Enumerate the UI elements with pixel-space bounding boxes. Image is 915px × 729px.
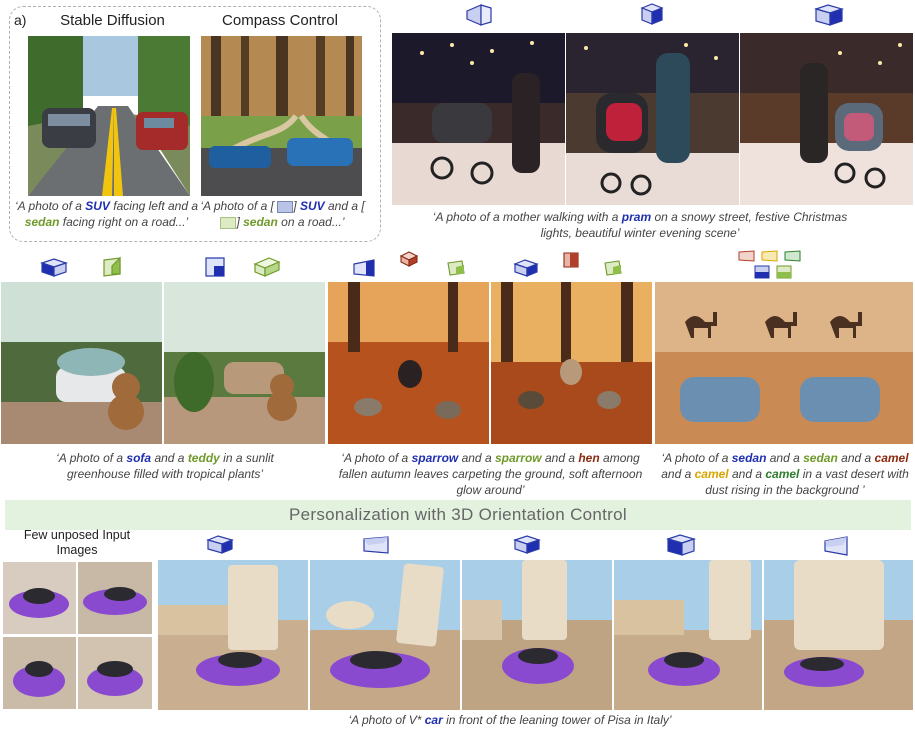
birds-image-2 bbox=[491, 282, 652, 444]
caption-text: facing left and a bbox=[109, 199, 199, 213]
keyword-suv: SUV bbox=[85, 199, 110, 213]
caption-text: and a bbox=[661, 467, 695, 481]
caption-sofa: ‘A photo of a sofa and a teddy in a sunl… bbox=[40, 450, 290, 482]
keyword-suv: SUV bbox=[299, 199, 325, 213]
caption-text: and a bbox=[837, 451, 875, 465]
sofa-image-1 bbox=[1, 282, 162, 444]
keyword-camel: camel bbox=[874, 451, 909, 465]
orientation-cube-icon bbox=[513, 259, 539, 277]
orientation-cube-icon bbox=[814, 4, 844, 26]
orientation-cube-icon bbox=[253, 257, 281, 277]
caption-birds: ‘A photo of a sparrow and a sparrow and … bbox=[338, 450, 643, 498]
caption-text: and a bbox=[541, 451, 579, 465]
caption-text: ‘A photo of a mother walking with a bbox=[432, 210, 622, 224]
orientation-cube-icon bbox=[640, 3, 664, 25]
orientation-cube-icon bbox=[399, 251, 419, 267]
keyword-camel: camel bbox=[765, 467, 800, 481]
orientation-cube-icon bbox=[40, 258, 68, 277]
keyword-camel: camel bbox=[694, 467, 729, 481]
orientation-cube-icon bbox=[103, 256, 121, 277]
input-image-2 bbox=[78, 562, 152, 634]
keyword-sedan: sedan bbox=[24, 215, 60, 229]
caption-text: ‘A photo of a bbox=[341, 451, 412, 465]
caption-text: on a road...’ bbox=[277, 215, 345, 229]
caption-text: in front of the leaning tower of Pisa in… bbox=[442, 713, 672, 727]
panel-label: a) bbox=[14, 12, 27, 28]
pram-image-2 bbox=[566, 33, 739, 205]
caption-text: ‘A photo of a [ bbox=[200, 199, 278, 213]
stable-diffusion-road-image bbox=[28, 36, 190, 196]
caption-text: and a bbox=[151, 451, 188, 465]
keyword-hen: hen bbox=[578, 451, 600, 465]
caption-text: and a bbox=[458, 451, 495, 465]
caption-text: facing right on a road...’ bbox=[59, 215, 189, 229]
caption-text: ] bbox=[293, 199, 300, 213]
orientation-cube-icon bbox=[206, 535, 234, 554]
sedan-orientation-icon bbox=[220, 216, 237, 229]
caption-text: ‘A photo of a bbox=[14, 199, 86, 213]
keyword-pram: pram bbox=[621, 210, 652, 224]
keyword-sedan: sedan bbox=[243, 215, 278, 229]
keyword-sedan: sedan bbox=[803, 451, 838, 465]
desert-image bbox=[655, 282, 913, 444]
caption-text: ‘A photo of a bbox=[661, 451, 732, 465]
pisa-image-3 bbox=[462, 560, 612, 710]
orientation-cube-icon bbox=[604, 260, 622, 276]
orientation-cube-icon bbox=[738, 250, 755, 262]
keyword-sparrow: sparrow bbox=[494, 451, 542, 465]
caption-stable-diffusion: ‘A photo of a SUV facing left and a seda… bbox=[14, 198, 199, 230]
few-input-images-label: Few unposed Input Images bbox=[23, 528, 131, 557]
sofa-image-2 bbox=[164, 282, 325, 444]
input-image-3 bbox=[3, 637, 76, 709]
pram-image-1 bbox=[392, 33, 565, 205]
caption-pisa: ‘A photo of V* car in front of the leani… bbox=[300, 712, 720, 728]
orientation-cube-icon bbox=[353, 259, 375, 277]
pram-image-3 bbox=[740, 33, 913, 205]
compass-control-road-image bbox=[201, 36, 362, 196]
orientation-cube-icon bbox=[784, 250, 801, 262]
pisa-image-1 bbox=[158, 560, 308, 710]
caption-text: and a bbox=[766, 451, 804, 465]
caption-text: and a [ bbox=[324, 199, 365, 213]
keyword-sedan: sedan bbox=[731, 451, 767, 465]
caption-text: ‘A photo of a bbox=[56, 451, 127, 465]
caption-pram: ‘A photo of a mother walking with a pram… bbox=[420, 209, 860, 241]
orientation-cube-icon bbox=[563, 252, 579, 268]
caption-compass-control: ‘A photo of a [ ] SUV and a [ ] sedan on… bbox=[200, 198, 365, 230]
input-image-1 bbox=[3, 562, 76, 634]
input-image-4 bbox=[78, 637, 152, 709]
orientation-cube-icon bbox=[776, 265, 792, 279]
orientation-cube-icon bbox=[447, 260, 465, 276]
header-stable-diffusion: Stable Diffusion bbox=[60, 12, 165, 29]
section-banner: Personalization with 3D Orientation Cont… bbox=[5, 500, 911, 530]
suv-orientation-icon bbox=[277, 200, 294, 213]
pisa-image-4 bbox=[614, 560, 762, 710]
orientation-cube-icon bbox=[363, 536, 389, 554]
header-compass-control: Compass Control bbox=[222, 12, 338, 29]
caption-desert: ‘A photo of a sedan and a sedan and a ca… bbox=[660, 450, 910, 498]
orientation-cube-icon bbox=[761, 250, 778, 262]
orientation-cube-icon bbox=[824, 536, 848, 556]
caption-text: and a bbox=[728, 467, 766, 481]
orientation-cube-icon bbox=[513, 535, 541, 554]
orientation-cube-icon bbox=[666, 534, 696, 556]
keyword-car: car bbox=[424, 713, 443, 727]
keyword-sparrow: sparrow bbox=[411, 451, 459, 465]
keyword-teddy: teddy bbox=[187, 451, 220, 465]
orientation-cube-icon bbox=[205, 257, 225, 277]
orientation-cube-icon bbox=[466, 4, 492, 26]
orientation-cube-icon bbox=[754, 265, 770, 279]
caption-text: ‘A photo of V* bbox=[348, 713, 425, 727]
birds-image-1 bbox=[328, 282, 489, 444]
keyword-sofa: sofa bbox=[126, 451, 152, 465]
pisa-image-5 bbox=[764, 560, 913, 710]
pisa-image-2 bbox=[310, 560, 460, 710]
